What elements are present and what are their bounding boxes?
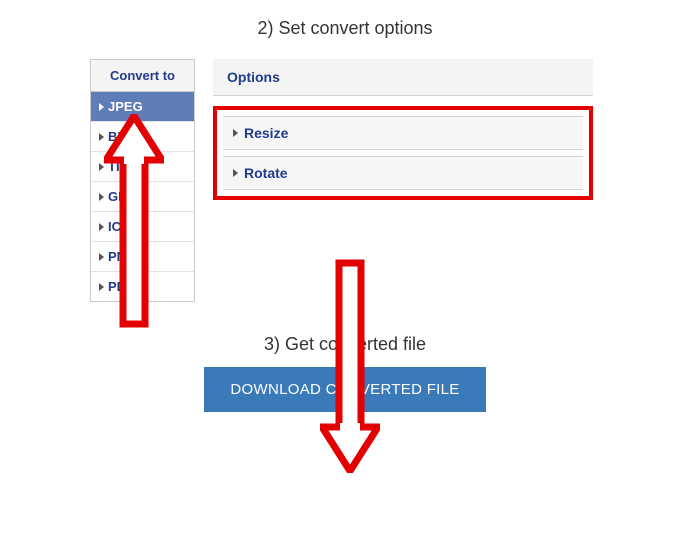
sidebar-item-label: GIF [108,189,130,204]
sidebar-item-label: TIFF [108,159,135,174]
step2-heading: 2) Set convert options [0,18,690,39]
panels: Convert to JPEG BMP TIFF GIF ICO PNG PDF [90,59,690,302]
triangle-icon [99,223,104,231]
option-label: Rotate [244,165,288,181]
sidebar-item-png[interactable]: PNG [91,242,194,272]
triangle-icon [99,253,104,261]
triangle-icon [99,133,104,141]
sidebar-item-label: JPEG [108,99,143,114]
sidebar-item-bmp[interactable]: BMP [91,122,194,152]
sidebar-item-jpeg[interactable]: JPEG [91,92,194,122]
sidebar-item-label: PNG [108,249,136,264]
option-rotate[interactable]: Rotate [223,156,583,190]
options-header: Options [213,59,593,96]
triangle-icon [99,103,104,111]
step3-heading: 3) Get converted file [0,334,690,355]
convert-to-sidebar: Convert to JPEG BMP TIFF GIF ICO PNG PDF [90,59,195,302]
options-panel: Options Resize Rotate [213,59,593,200]
option-label: Resize [244,125,288,141]
triangle-icon [99,193,104,201]
triangle-icon [233,169,238,177]
sidebar-item-gif[interactable]: GIF [91,182,194,212]
option-resize[interactable]: Resize [223,116,583,150]
triangle-icon [99,163,104,171]
options-highlight-box: Resize Rotate [213,106,593,200]
sidebar-item-pdf[interactable]: PDF [91,272,194,301]
download-button[interactable]: DOWNLOAD CONVERTED FILE [204,367,485,412]
sidebar-header: Convert to [91,60,194,92]
triangle-icon [233,129,238,137]
sidebar-item-tiff[interactable]: TIFF [91,152,194,182]
sidebar-item-label: PDF [108,279,134,294]
triangle-icon [99,283,104,291]
sidebar-item-label: BMP [108,129,137,144]
sidebar-item-label: ICO [108,219,131,234]
sidebar-item-ico[interactable]: ICO [91,212,194,242]
